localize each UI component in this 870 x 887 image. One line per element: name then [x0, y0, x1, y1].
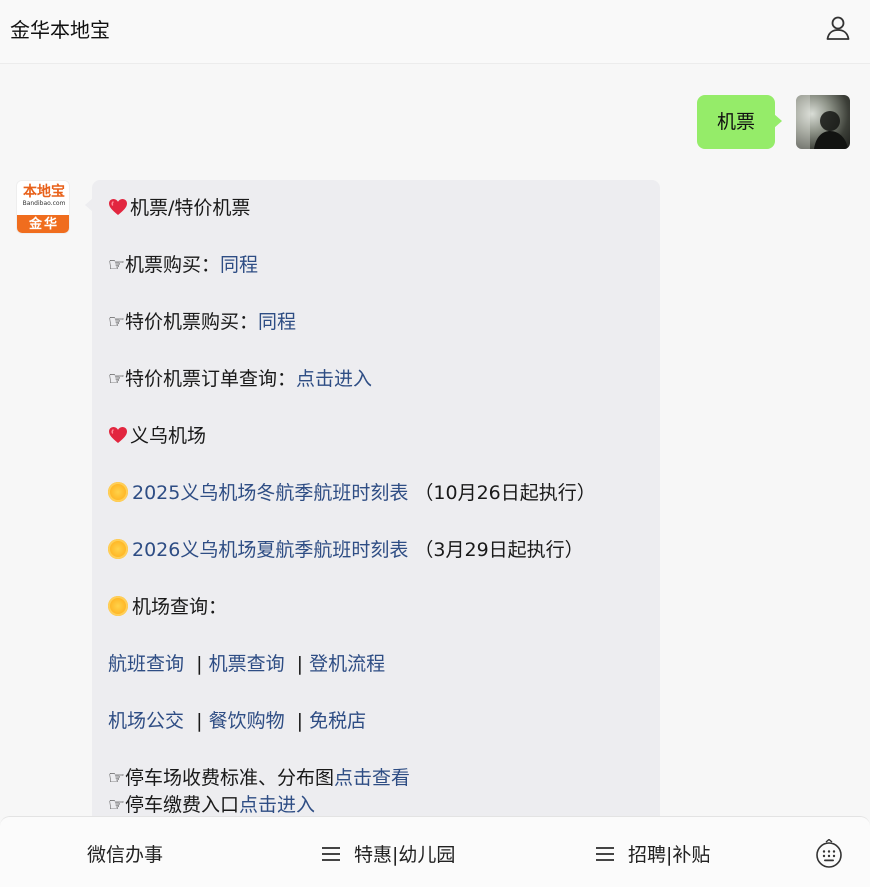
link-separator: |: [296, 710, 304, 732]
buy-flights-label: ☞机票购买：: [108, 254, 221, 276]
parking-fees-row: ☞停车场收费标准、分布图点击查看: [108, 766, 410, 790]
bot-avatar[interactable]: 本地宝 Bandibao.com 金华: [16, 180, 70, 234]
buy-discount-link[interactable]: 同程: [258, 311, 296, 333]
self-avatar[interactable]: [796, 95, 850, 149]
duty-free-link[interactable]: 免税店: [309, 710, 366, 732]
buy-discount-label: ☞特价机票购买：: [108, 311, 259, 333]
section-title-text: 义乌机场: [130, 425, 207, 447]
section-title-text: 机票/特价机票: [130, 197, 251, 219]
heart-icon: [108, 425, 128, 445]
airport-query-text: 机场查询：: [132, 596, 228, 618]
menu-label: 微信办事: [87, 844, 164, 866]
logo-domain: Bandibao.com: [22, 200, 66, 207]
menu-icon: [322, 847, 340, 861]
chat-title: 金华本地宝: [10, 18, 110, 42]
winter-schedule-note: （10月26日起执行）: [414, 482, 596, 504]
airport-bus-link[interactable]: 机场公交: [108, 710, 184, 732]
keyboard-icon[interactable]: [815, 838, 843, 869]
menu-label: 招聘|补贴: [628, 844, 711, 866]
chat-area[interactable]: 机票 本地宝 Bandibao.com 金华 机票/特价机票 ☞机票购买：同程 …: [0, 64, 870, 816]
winter-schedule-row: 2025义乌机场冬航季航班时刻表 （10月26日起执行）: [108, 481, 596, 505]
parking-payment-row: ☞停车缴费入口点击进入: [108, 793, 315, 816]
bot-logo: 本地宝 Bandibao.com: [17, 181, 69, 215]
parking-fees-label: ☞停车场收费标准、分布图: [108, 767, 335, 789]
logo-city: 金华: [17, 215, 69, 233]
outgoing-message: 机票: [697, 95, 782, 149]
menu-discounts-kindergarten[interactable]: 特惠|幼儿园: [322, 817, 455, 887]
heart-icon: [108, 197, 128, 217]
menu-icon: [596, 847, 614, 861]
section-title-airport: 义乌机场: [108, 424, 206, 448]
section-title-flights: 机票/特价机票: [108, 196, 250, 220]
link-separator: |: [196, 653, 203, 675]
flight-query-link[interactable]: 航班查询: [108, 653, 184, 675]
parking-payment-label: ☞停车缴费入口: [108, 794, 240, 816]
user-icon[interactable]: [824, 14, 852, 42]
link-separator: |: [196, 710, 203, 732]
buy-flights-link[interactable]: 同程: [220, 254, 258, 276]
chat-header: 金华本地宝: [0, 0, 870, 64]
sun-icon: [108, 539, 128, 559]
summer-schedule-row: 2026义乌机场夏航季航班时刻表 （3月29日起执行）: [108, 538, 584, 562]
logo-text: 本地宝: [23, 184, 65, 200]
winter-schedule-link[interactable]: 2025义乌机场冬航季航班时刻表: [132, 482, 408, 504]
quick-links-row-1: 航班查询 | 机票查询 | 登机流程: [108, 652, 385, 676]
ticket-query-link[interactable]: 机票查询: [209, 653, 285, 675]
boarding-process-link[interactable]: 登机流程: [309, 653, 385, 675]
bottom-menu-bar: 微信办事 特惠|幼儿园 招聘|补贴: [0, 816, 870, 887]
order-query-link[interactable]: 点击进入: [296, 368, 372, 390]
order-query-row: ☞特价机票订单查询：点击进入: [108, 367, 372, 391]
airport-query-title: 机场查询：: [108, 595, 227, 619]
incoming-message: 机票/特价机票 ☞机票购买：同程 ☞特价机票购买：同程 ☞特价机票订单查询：点击…: [85, 180, 660, 816]
quick-links-row-2: 机场公交 | 餐饮购物 | 免税店: [108, 709, 366, 733]
buy-flights-row: ☞机票购买：同程: [108, 253, 258, 277]
link-separator: |: [296, 653, 304, 675]
menu-label: 特惠|幼儿园: [354, 844, 456, 866]
summer-schedule-link[interactable]: 2026义乌机场夏航季航班时刻表: [132, 539, 408, 561]
dining-shopping-link[interactable]: 餐饮购物: [209, 710, 285, 732]
menu-jobs-subsidies[interactable]: 招聘|补贴: [596, 817, 710, 887]
buy-discount-row: ☞特价机票购买：同程: [108, 310, 296, 334]
menu-wechat-services[interactable]: 微信办事: [87, 817, 163, 887]
summer-schedule-note: （3月29日起执行）: [414, 539, 584, 561]
order-query-label: ☞特价机票订单查询：: [108, 368, 297, 390]
parking-payment-link[interactable]: 点击进入: [239, 794, 315, 816]
parking-fees-link[interactable]: 点击查看: [334, 767, 410, 789]
sun-icon: [108, 482, 128, 502]
sun-icon: [108, 596, 128, 616]
